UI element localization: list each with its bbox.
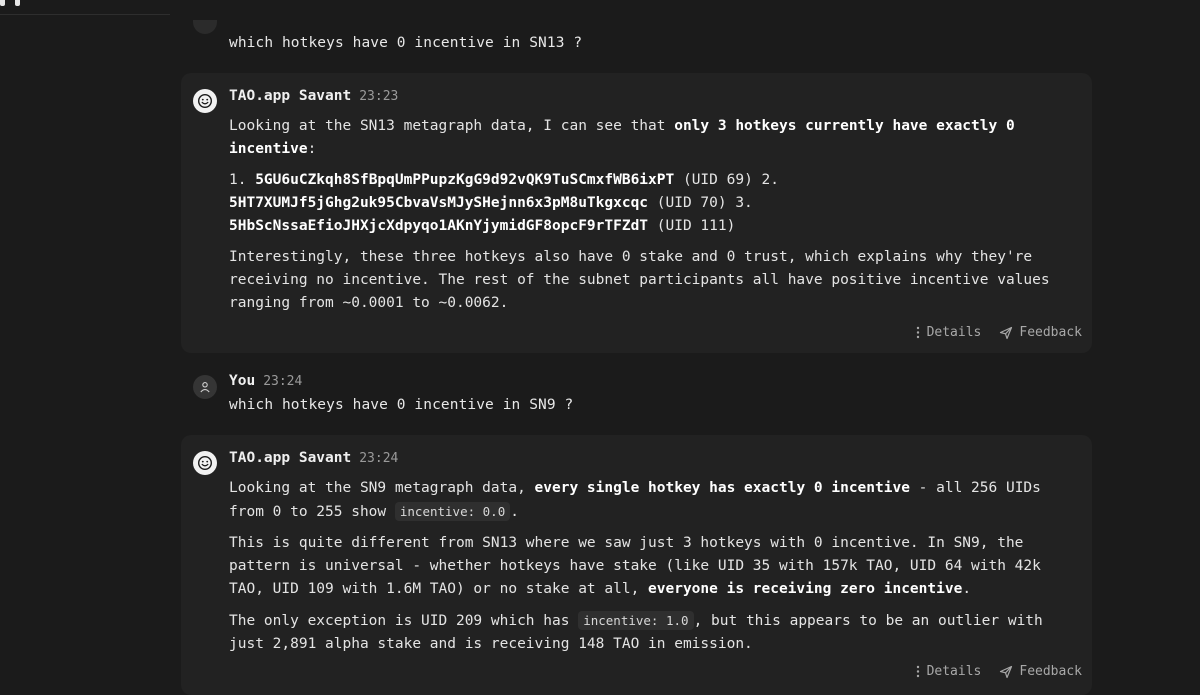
sender-name: TAO.app Savant bbox=[229, 88, 352, 104]
details-button[interactable]: Details bbox=[915, 325, 982, 340]
message-time: 23:23 bbox=[359, 89, 399, 104]
sender-name: TAO.app Savant bbox=[229, 450, 352, 466]
hotkey-list: 1. 5GU6uCZkqh8SfBpqUmPPupzKgG9d92vQK9TuS… bbox=[229, 169, 1079, 238]
app-logo-fragment bbox=[0, 0, 22, 6]
user-message-text: which hotkeys have 0 incentive in SN13 ? bbox=[229, 35, 583, 51]
user-message-text: which hotkeys have 0 incentive in SN9 ? bbox=[229, 397, 574, 413]
user-name: You 23:24 bbox=[229, 373, 302, 389]
inline-code: incentive: 1.0 bbox=[578, 611, 694, 630]
details-button[interactable]: Details bbox=[915, 664, 982, 679]
text-run: . bbox=[510, 504, 519, 520]
feedback-label: Feedback bbox=[1019, 664, 1082, 679]
message-paragraph: Interestingly, these three hotkeys also … bbox=[229, 249, 1050, 311]
message-actions: Details Feedback bbox=[915, 664, 1082, 679]
feedback-button[interactable]: Feedback bbox=[999, 325, 1082, 340]
user-avatar-partial bbox=[193, 20, 217, 34]
text-run: : bbox=[307, 141, 317, 157]
send-icon bbox=[1000, 665, 1013, 678]
feedback-label: Feedback bbox=[1019, 325, 1082, 340]
list-number: 1. bbox=[229, 172, 256, 188]
user-icon bbox=[193, 375, 217, 399]
message-paragraph: Looking at the SN9 metagraph data, every… bbox=[229, 477, 1079, 524]
uid-text: (UID 70) 3. bbox=[648, 195, 753, 211]
sidebar-divider bbox=[0, 14, 170, 15]
bold-text: every single hotkey has exactly 0 incent… bbox=[534, 480, 910, 496]
message-time: 23:24 bbox=[359, 451, 399, 466]
text-run: Looking at the SN13 metagraph data, I ca… bbox=[229, 118, 675, 134]
assistant-message-body: Looking at the SN13 metagraph data, I ca… bbox=[229, 115, 1079, 323]
details-label: Details bbox=[926, 325, 982, 340]
message-paragraph: This is quite different from SN13 where … bbox=[229, 532, 1079, 601]
vertical-dots-icon bbox=[916, 326, 919, 339]
bold-text: everyone is receiving zero incentive bbox=[648, 581, 963, 597]
smiley-icon bbox=[193, 451, 217, 475]
text-run: The only exception is UID 209 which has bbox=[229, 613, 579, 629]
uid-text: (UID 69) 2. bbox=[674, 172, 779, 188]
smiley-icon bbox=[193, 89, 217, 113]
assistant-name: TAO.app Savant 23:24 bbox=[229, 450, 398, 466]
hotkey-address: 5HT7XUMJf5jGhg2uk95CbvaVsMJySHejnn6x3pM8… bbox=[229, 195, 649, 211]
text-run: Looking at the SN9 metagraph data, bbox=[229, 480, 535, 496]
text-run: . bbox=[962, 581, 972, 597]
uid-text: (UID 111) bbox=[648, 218, 736, 234]
feedback-button[interactable]: Feedback bbox=[999, 664, 1082, 679]
message-actions: Details Feedback bbox=[915, 325, 1082, 340]
send-icon bbox=[1000, 326, 1013, 339]
hotkey-address: 5HbScNssaEfioJHXjcXdpyqo1AKnYjymidGF8opc… bbox=[229, 218, 649, 234]
hotkey-address: 5GU6uCZkqh8SfBpqUmPPupzKgG9d92vQK9TuSCmx… bbox=[255, 172, 675, 188]
message-time: 23:24 bbox=[263, 374, 303, 389]
vertical-dots-icon bbox=[916, 665, 919, 678]
assistant-message-body: Looking at the SN9 metagraph data, every… bbox=[229, 477, 1079, 664]
details-label: Details bbox=[926, 664, 982, 679]
message-paragraph: The only exception is UID 209 which has … bbox=[229, 609, 1079, 656]
sender-name: You bbox=[229, 373, 256, 389]
assistant-name: TAO.app Savant 23:23 bbox=[229, 88, 398, 104]
inline-code: incentive: 0.0 bbox=[394, 502, 511, 521]
message-paragraph: Looking at the SN13 metagraph data, I ca… bbox=[229, 115, 1079, 161]
